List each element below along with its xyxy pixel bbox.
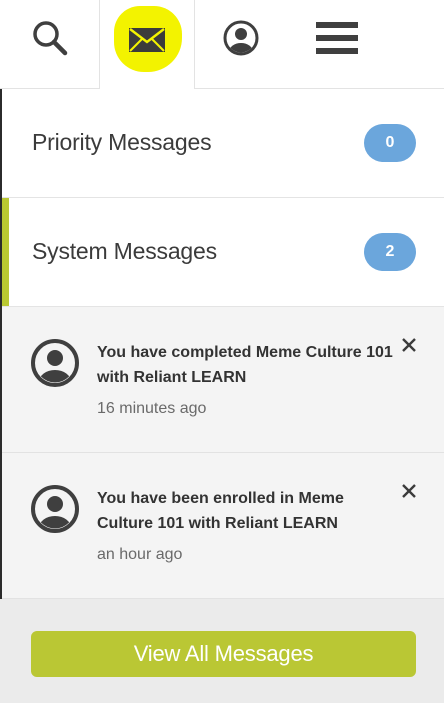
- user-avatar-icon: [31, 339, 79, 387]
- panel-left-border: [0, 89, 2, 599]
- message-title: You have been enrolled in Meme Culture 1…: [97, 490, 344, 532]
- count-badge: 0: [364, 124, 416, 162]
- mail-icon: [129, 27, 165, 52]
- search-icon: [32, 21, 67, 56]
- category-label: Priority Messages: [32, 129, 212, 155]
- main-menu-button[interactable]: [289, 0, 385, 88]
- count-badge: 2: [364, 233, 416, 271]
- user-avatar-icon: [31, 485, 79, 533]
- category-system-messages[interactable]: System Messages 2: [0, 198, 444, 307]
- messages-panel: Priority Messages 0 System Messages 2 Yo…: [0, 89, 444, 703]
- messages-dropdown: Priority Messages 0 System Messages 2 Yo…: [0, 0, 444, 703]
- hamburger-menu-icon: [316, 22, 358, 54]
- category-priority-messages[interactable]: Priority Messages 0: [0, 89, 444, 198]
- message-timestamp: an hour ago: [97, 546, 183, 563]
- message-list: You have completed Meme Culture 101 with…: [0, 307, 444, 599]
- message-timestamp: 16 minutes ago: [97, 400, 207, 417]
- search-button[interactable]: [0, 0, 99, 88]
- message-title: You have completed Meme Culture 101 with…: [97, 344, 393, 386]
- close-icon[interactable]: [399, 481, 419, 501]
- account-button[interactable]: [193, 0, 289, 88]
- category-label: System Messages: [32, 238, 217, 264]
- list-item[interactable]: You have been enrolled in Meme Culture 1…: [0, 453, 444, 599]
- messages-tab-button[interactable]: [99, 0, 195, 89]
- top-icon-bar: [0, 0, 444, 89]
- messages-footer: View All Messages: [0, 599, 444, 703]
- view-all-messages-button[interactable]: View All Messages: [31, 631, 416, 677]
- list-item[interactable]: You have completed Meme Culture 101 with…: [0, 307, 444, 453]
- close-icon[interactable]: [399, 335, 419, 355]
- user-account-icon: [223, 20, 259, 56]
